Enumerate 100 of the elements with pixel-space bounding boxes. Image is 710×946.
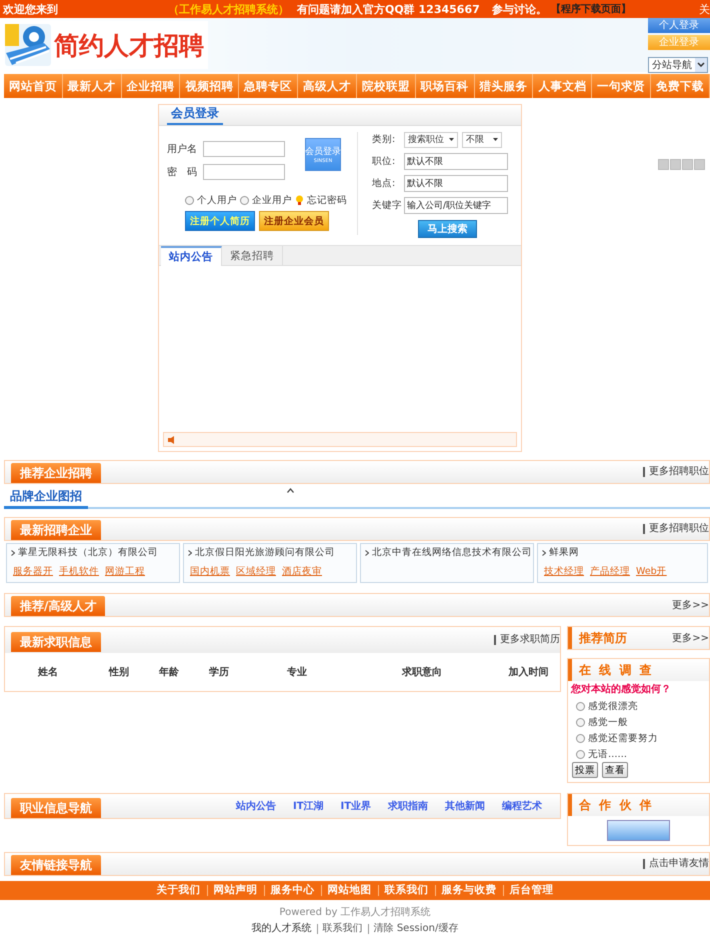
more-link[interactable]: 更多求职简历 [494, 634, 560, 644]
nav-link[interactable]: IT江湖 [293, 799, 324, 813]
job-link[interactable]: 区域经理 [236, 565, 276, 578]
chevron-up-icon [287, 488, 294, 493]
job-link[interactable]: 技术经理 [544, 565, 584, 578]
search-button[interactable]: 马上搜索 [418, 220, 477, 238]
nav-link[interactable]: 最新人才 [62, 74, 122, 98]
dropdown[interactable]: 搜索职位 [404, 132, 458, 148]
job-link[interactable]: 手机软件 [59, 565, 99, 578]
input-field[interactable]: 默认不限 [404, 153, 508, 170]
footer-link[interactable]: 网站声明 [206, 885, 264, 896]
field-label: 用户名 [167, 142, 198, 156]
footer-link[interactable]: 联系我们 [378, 885, 434, 896]
chevron-right-icon [188, 550, 192, 556]
column-header: 性别 [108, 666, 130, 679]
field-label: 密码 [167, 166, 199, 178]
dropdown[interactable]: 不限 [462, 132, 502, 148]
nav-link[interactable]: 站内公告 [236, 799, 276, 813]
job-link[interactable]: 网游工程 [105, 565, 145, 578]
chevron-right-icon [542, 550, 546, 556]
welcome-text: 欢迎您来到 [3, 2, 58, 16]
caret-down-icon [493, 138, 498, 141]
input-field[interactable]: 默认不限 [404, 175, 508, 192]
footer-link[interactable]: 后台管理 [502, 885, 560, 896]
radio-button[interactable] [576, 734, 585, 742]
section-title: 最新招聘企业 [11, 520, 101, 540]
nav-link[interactable]: 免费下载 [651, 74, 710, 98]
footer-link[interactable]: 联系我们 [316, 924, 368, 934]
column-header: 专业 [286, 666, 308, 679]
radio-button[interactable] [240, 196, 249, 205]
system-name: （工作易人才招聘系统） [168, 2, 289, 16]
survey-button[interactable]: 投票 [572, 762, 598, 778]
footer-link[interactable]: 服务与收费 [434, 885, 502, 896]
partner-logo-placeholder[interactable] [607, 820, 670, 841]
job-link[interactable]: Web开 [636, 565, 667, 578]
site-select[interactable]: 分站导航 [648, 56, 708, 72]
tab[interactable]: 品牌企业图招 [4, 488, 88, 509]
job-link[interactable]: 国内机票 [190, 565, 230, 578]
nav-link[interactable]: 急聘专区 [239, 74, 298, 98]
nav-link[interactable]: 院校联盟 [356, 74, 416, 98]
radio-button[interactable] [576, 718, 585, 726]
username-field[interactable] [203, 140, 285, 156]
column-header: 加入时间 [508, 666, 550, 679]
more-link[interactable]: 更多>> [668, 631, 709, 645]
radio-button[interactable] [185, 196, 194, 205]
top-link[interactable]: 关 [699, 2, 710, 16]
survey-question: 您对本站的感觉如何？ [571, 682, 672, 696]
nav-link[interactable]: 猎头服务 [474, 74, 534, 98]
login-button[interactable]: 个人登录 [648, 18, 710, 32]
company-link[interactable]: 北京假日阳光旅游顾问有限公司 [195, 546, 335, 559]
tab[interactable]: 紧急招聘 [222, 246, 283, 265]
speaker-icon [168, 436, 177, 444]
job-link[interactable]: 酒店夜审 [282, 565, 322, 578]
caret-down-icon [449, 138, 454, 141]
chevron-right-icon [365, 550, 369, 556]
logo-text: 简约人才招聘 [54, 30, 204, 62]
lightbulb-icon [295, 195, 304, 206]
column-header: 年龄 [158, 666, 180, 679]
job-link[interactable]: 服务器开 [13, 565, 53, 578]
footer-link[interactable]: 关于我们 [150, 885, 206, 896]
more-link[interactable]: 点击申请友情 [643, 859, 709, 869]
nav-link[interactable]: 职场百科 [416, 74, 475, 98]
more-link[interactable]: 更多招聘职位 [643, 467, 709, 477]
footer-link[interactable]: 网站地图 [320, 885, 378, 896]
survey-button[interactable]: 查看 [602, 762, 628, 778]
radio-label: 个人用户 [197, 194, 237, 207]
company-link[interactable]: 北京中青在线网络信息技术有限公司 [372, 546, 532, 559]
more-link[interactable]: 更多招聘职位 [643, 524, 709, 534]
nav-link[interactable]: IT业界 [340, 799, 372, 813]
nav-link[interactable]: 求职指南 [388, 799, 428, 813]
radio-button[interactable] [576, 702, 585, 710]
input-field[interactable]: 输入公司/职位关键字 [404, 197, 508, 214]
radio-label: 感觉一般 [588, 716, 628, 728]
password-field[interactable] [203, 164, 285, 180]
company-link[interactable]: 掌星无限科技（北京）有限公司 [18, 546, 158, 559]
nav-link[interactable]: 一句求贤 [592, 74, 652, 98]
nav-link[interactable]: 编程艺术 [502, 799, 542, 813]
footer-link[interactable]: 清除 Session/缓存 [368, 924, 464, 934]
chevron-down-icon [697, 62, 705, 67]
footer-link[interactable]: 我的人才系统 [246, 924, 317, 934]
nav-link[interactable]: 高级人才 [298, 74, 357, 98]
footer-link[interactable]: 服务中心 [264, 885, 320, 896]
tab[interactable]: 站内公告 [161, 246, 222, 266]
company-link[interactable]: 鲜果网 [549, 546, 579, 559]
radio-label: 企业用户 [252, 194, 292, 207]
more-link[interactable]: 更多>> [668, 598, 709, 612]
radio-button[interactable] [576, 750, 585, 758]
forgot-password-link[interactable]: 忘记密码 [307, 194, 347, 207]
notice-text: 有问题请加入官方QQ群 12345667 [297, 2, 480, 16]
panel-title: 会员登录 [167, 105, 223, 125]
register-button[interactable]: 注册企业会员 [259, 211, 329, 231]
nav-link[interactable]: 其他新闻 [445, 799, 486, 813]
register-button[interactable]: 注册个人简历 [185, 211, 255, 231]
download-link[interactable]: 【程序下载页面】 [550, 2, 631, 16]
nav-link[interactable]: 人事文档 [533, 74, 592, 98]
job-link[interactable]: 产品经理 [590, 565, 630, 578]
nav-link[interactable]: 视频招聘 [180, 74, 240, 98]
section-title: 推荐企业招聘 [11, 463, 101, 483]
nav-link[interactable]: 企业招聘 [122, 74, 180, 98]
nav-link[interactable]: 网站首页 [4, 74, 63, 98]
